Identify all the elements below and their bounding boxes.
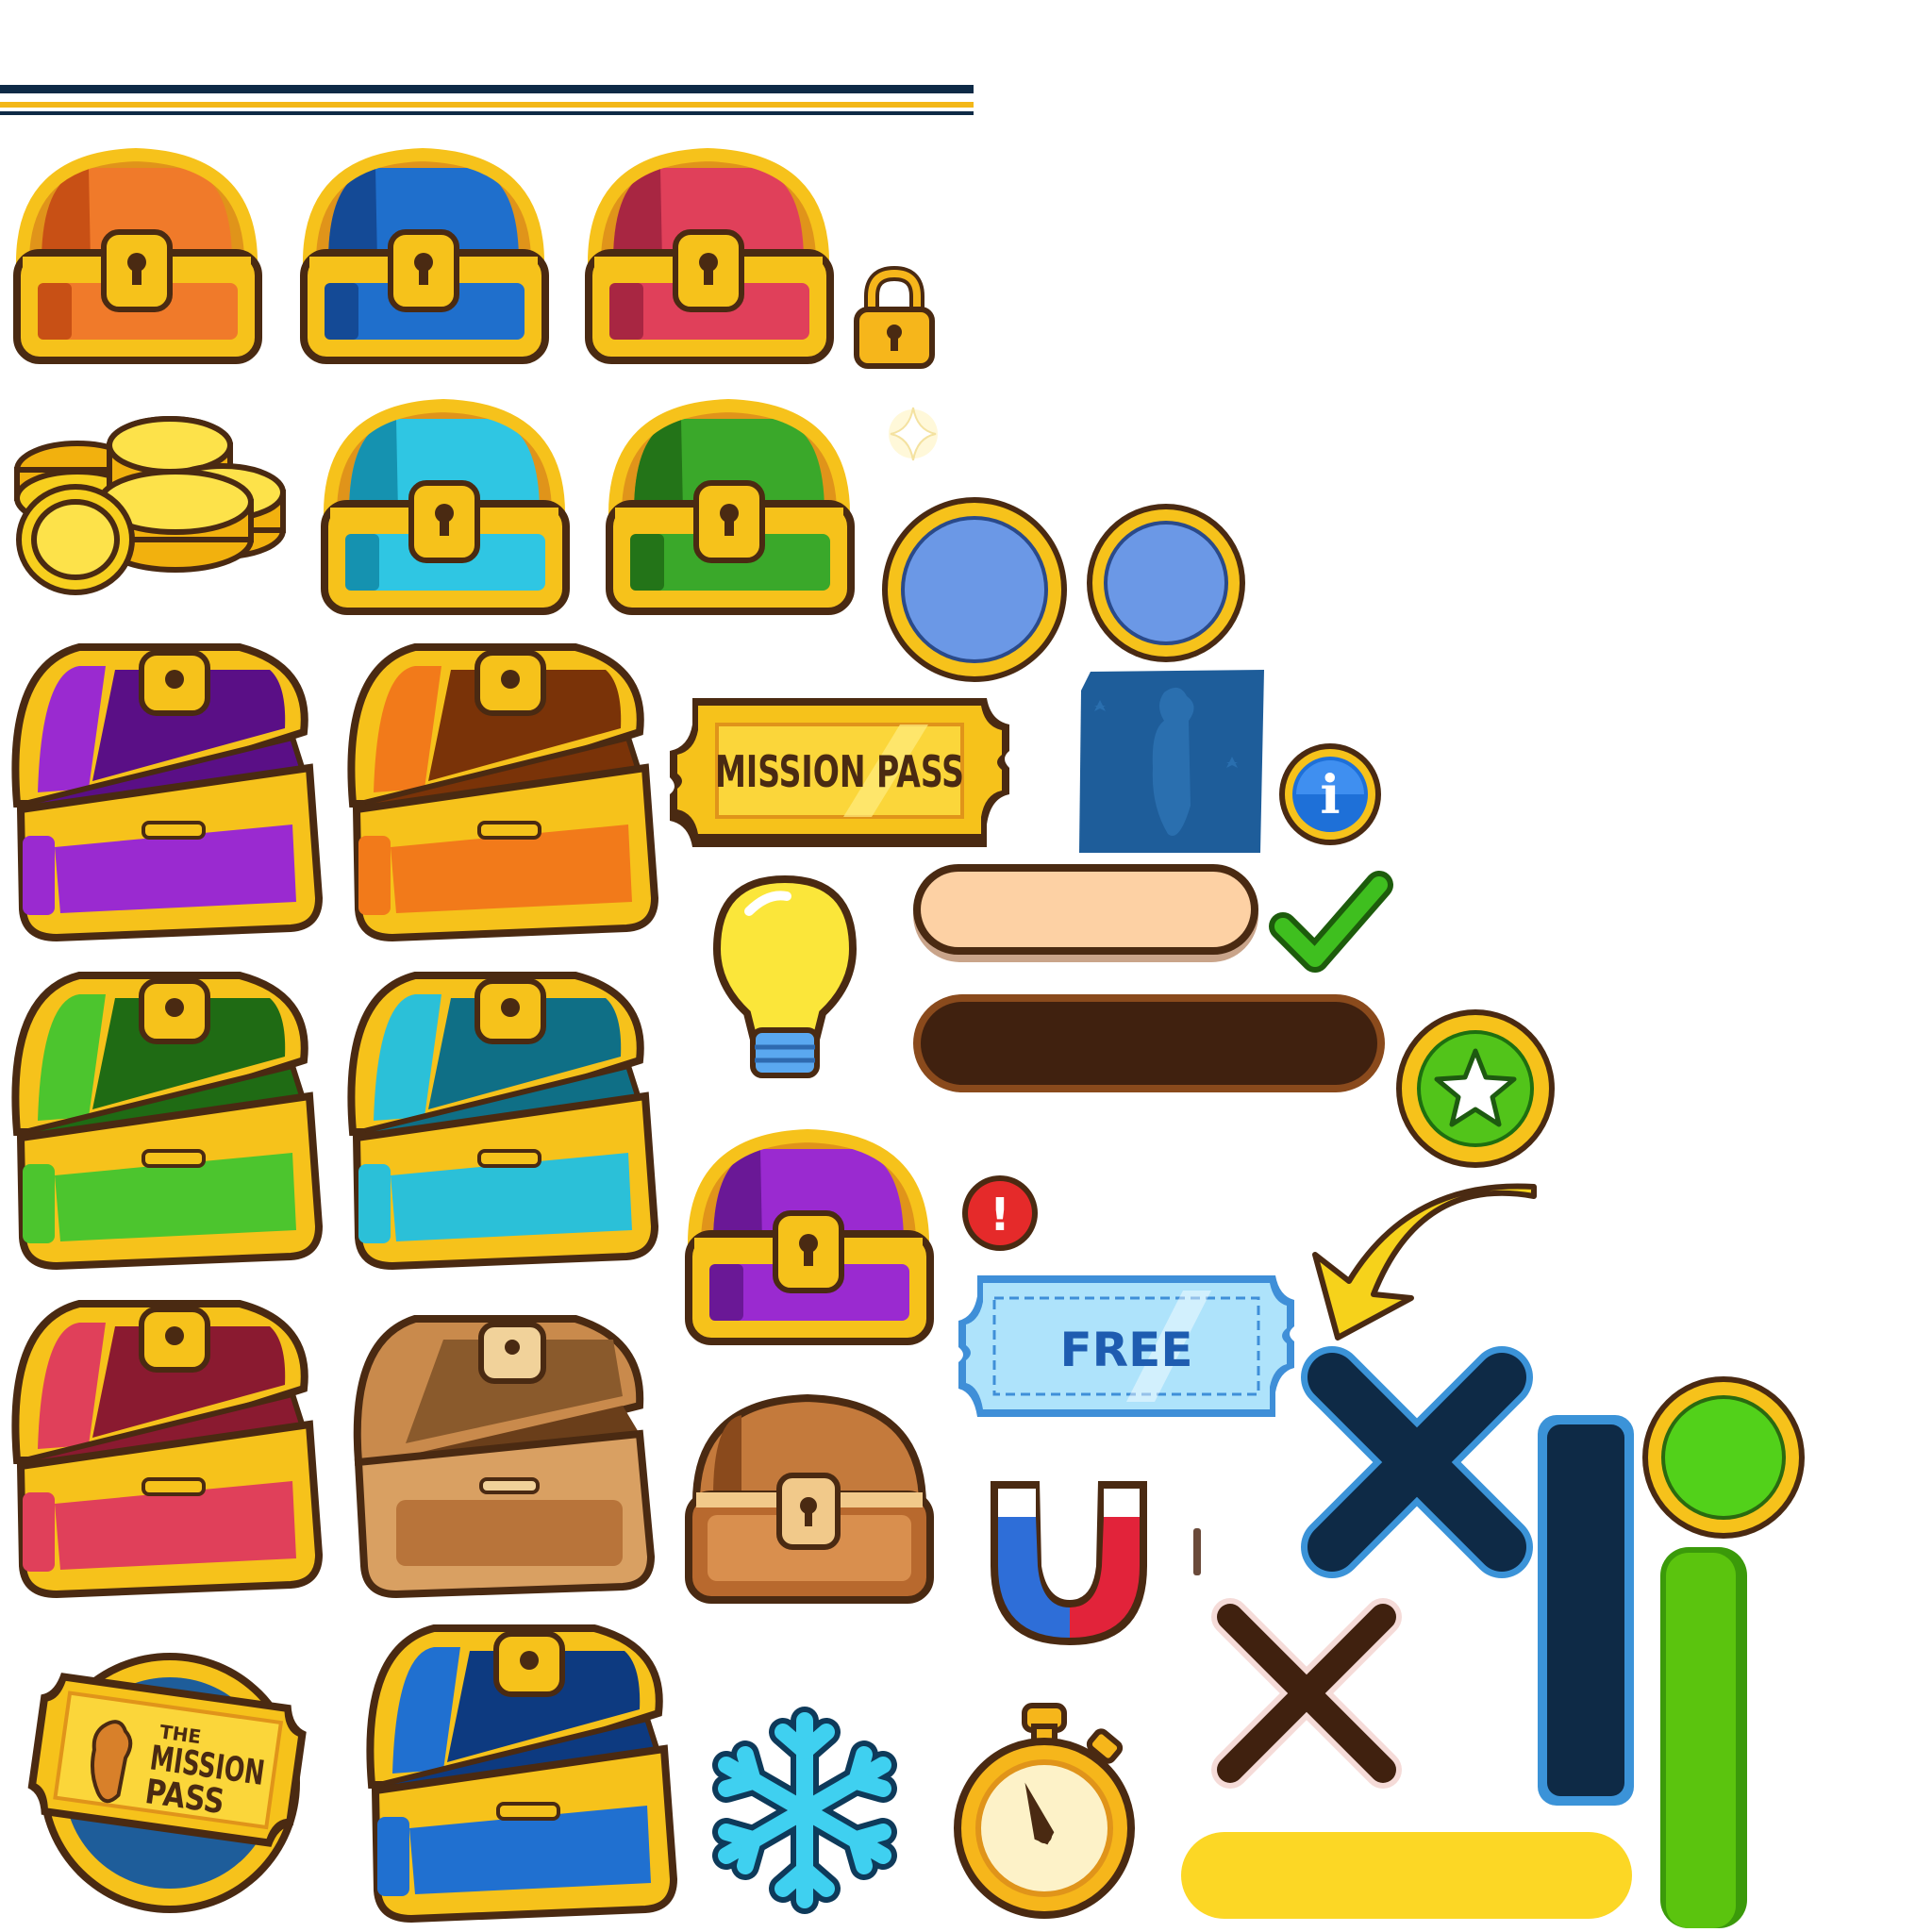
chest-open-red-icon <box>11 1300 324 1599</box>
magnet <box>972 1462 1166 1651</box>
open-chest-purple <box>4 638 328 942</box>
closed-chest-purple <box>675 1123 941 1349</box>
wooden-chest-open <box>340 1302 664 1606</box>
check-icon <box>1269 871 1393 973</box>
carrot-icon <box>1079 670 1264 853</box>
green-circle <box>1640 1374 1807 1541</box>
stopwatch <box>949 1698 1140 1921</box>
alert-glyph: ! <box>990 1189 1010 1241</box>
alert-icon: ! <box>962 1175 1038 1251</box>
chest-closed-green-icon <box>606 398 855 615</box>
mission-pass-banner: MISSION PASS <box>664 692 1015 853</box>
chest-closed-purple-icon <box>685 1128 934 1345</box>
info-glyph: i <box>1320 764 1340 826</box>
open-chest-blue <box>358 1619 683 1924</box>
coin-stack-icon <box>14 416 286 595</box>
magnet-icon <box>991 1481 1147 1645</box>
free-ticket: FREE <box>957 1272 1296 1421</box>
chest-closed-orange-icon <box>13 147 262 364</box>
open-chest-cyan <box>340 966 664 1271</box>
navy-vertical-bar <box>1534 1411 1638 1809</box>
brown-progress-bar <box>909 991 1389 1096</box>
closed-chest-orange <box>4 142 270 368</box>
light-bulb <box>711 874 858 1087</box>
chest-open-purple-icon <box>11 643 324 942</box>
blue-circle-large-icon <box>882 497 1067 682</box>
chest-closed-cyan-icon <box>321 398 570 615</box>
close-icon <box>1301 1346 1533 1578</box>
open-chest-green <box>4 966 328 1271</box>
wooden-chest-closed <box>675 1383 941 1609</box>
blue-square-panel <box>1075 664 1270 857</box>
chest-open-green-icon <box>11 972 324 1271</box>
alert-badge: ! <box>960 1174 1040 1253</box>
info-icon: i <box>1279 743 1381 845</box>
chest-open-orange-icon <box>347 643 659 942</box>
closed-chest-red <box>575 142 841 368</box>
green-vertical-bar <box>1655 1543 1753 1928</box>
chest-closed-wood-icon <box>685 1393 934 1604</box>
snowflake-icon <box>712 1707 897 1914</box>
star-icon <box>1396 1009 1555 1168</box>
sparkle <box>887 400 940 466</box>
chest-closed-blue-icon <box>300 147 549 364</box>
chest-open-cyan-icon <box>347 972 659 1271</box>
top-divider <box>0 83 974 121</box>
snowflake <box>698 1704 911 1917</box>
mission-pass-badge: THE MISSION PASS <box>27 1632 311 1915</box>
open-chest-red <box>4 1294 328 1599</box>
blue-circle-small <box>1083 500 1249 666</box>
green-circle-icon <box>1642 1376 1805 1539</box>
blue-circle-large <box>877 492 1072 687</box>
closed-chest-cyan <box>311 392 577 619</box>
closed-chest-blue <box>291 142 557 368</box>
coin-stack <box>9 398 289 598</box>
chest-open-wood-icon <box>353 1315 656 1599</box>
light-bulb-icon <box>712 874 858 1078</box>
free-label: FREE <box>1060 1323 1193 1377</box>
blue-circle-small-icon <box>1087 504 1245 662</box>
padlock-icon <box>854 265 935 369</box>
check-mark <box>1269 871 1393 974</box>
mission-pass-label: MISSION PASS <box>715 746 964 797</box>
yellow-progress-bar <box>1177 1828 1636 1923</box>
star-button[interactable] <box>1392 1006 1558 1172</box>
sparkle-icon <box>889 407 938 461</box>
stopwatch-icon <box>954 1703 1135 1919</box>
open-chest-orange <box>340 638 664 942</box>
peach-progress-bar <box>909 860 1262 966</box>
curved-arrow <box>1307 1181 1540 1343</box>
closed-chest-green <box>596 392 862 619</box>
info-badge[interactable]: i <box>1277 741 1383 847</box>
chest-open-blue-icon <box>366 1624 678 1924</box>
chest-closed-red-icon <box>585 147 834 364</box>
close-icon-brown <box>1211 1598 1402 1789</box>
close-x-brown[interactable] <box>1208 1594 1406 1792</box>
close-x-navy[interactable] <box>1301 1346 1533 1578</box>
padlock <box>851 265 938 372</box>
small-stick <box>1191 1528 1204 1575</box>
curved-arrow-icon <box>1312 1183 1537 1341</box>
